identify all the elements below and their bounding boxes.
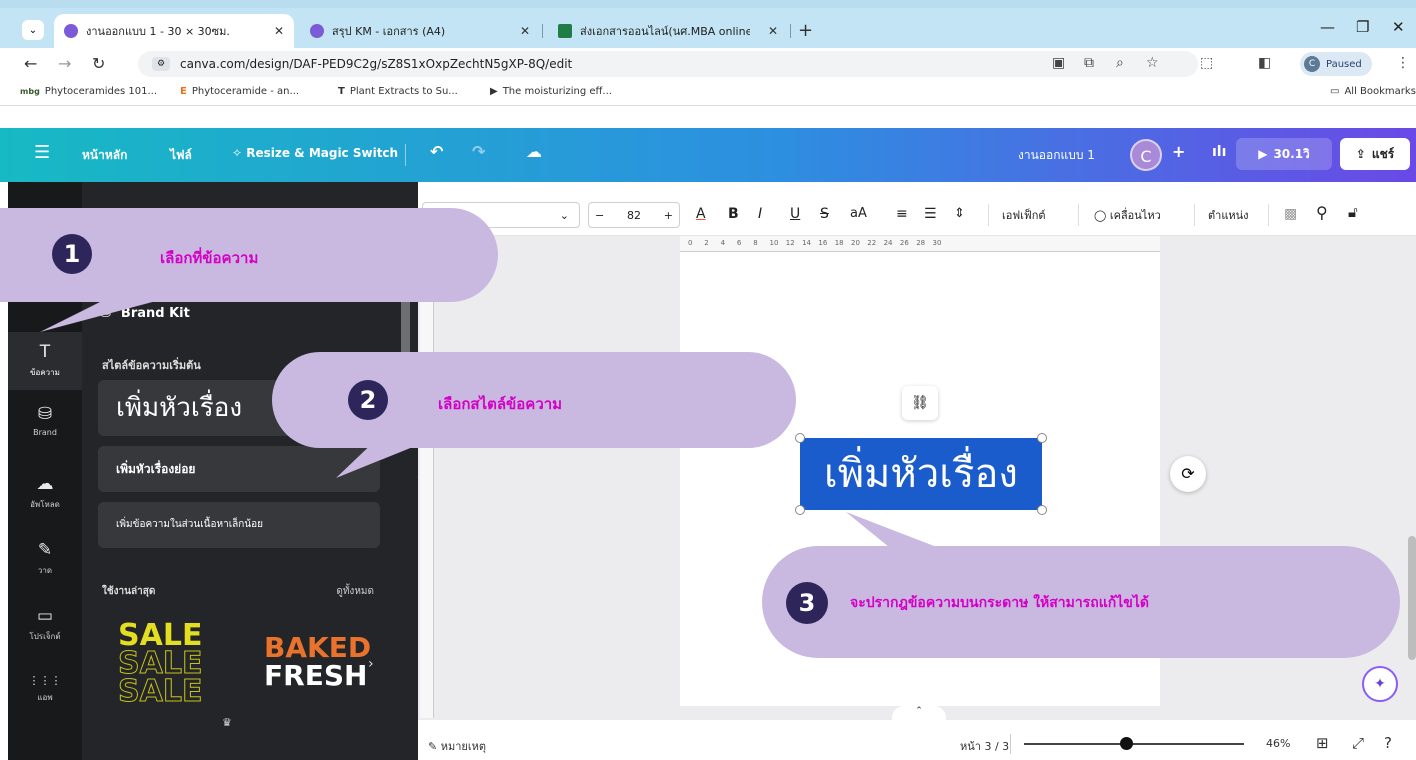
- annotation-bubble-2: 2 เลือกสไตล์ข้อความ: [272, 352, 796, 448]
- step-number-badge: 2: [348, 380, 388, 420]
- step-number-badge: 3: [786, 582, 828, 624]
- step-instruction-text: เลือกสไตล์ข้อความ: [438, 395, 563, 413]
- step-number-badge: 1: [52, 234, 92, 274]
- annotation-bubble-1: 1 เลือกที่ข้อความ: [0, 208, 498, 302]
- step-instruction-text: จะปรากฎข้อความบนกระดาษ ให้สามารถแก้ไขได้: [850, 595, 1149, 611]
- annotation-bubble-3: 3 จะปรากฎข้อความบนกระดาษ ให้สามารถแก้ไขไ…: [762, 546, 1400, 658]
- step-instruction-text: เลือกที่ข้อความ: [160, 249, 259, 267]
